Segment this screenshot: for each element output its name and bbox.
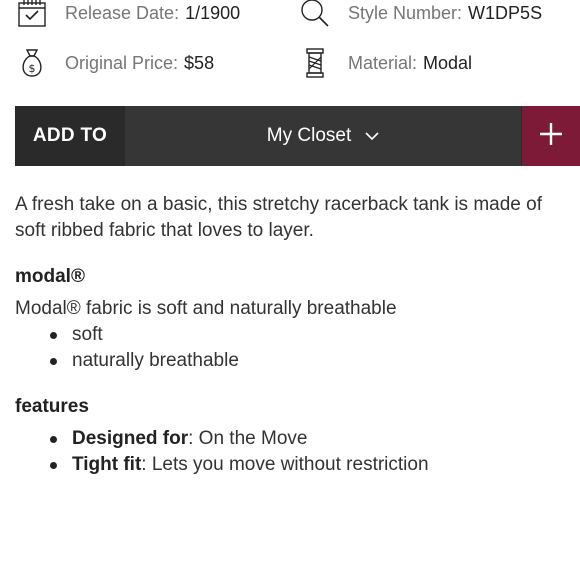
svg-text:$: $ xyxy=(29,62,36,75)
add-to-label: ADD TO xyxy=(15,106,125,166)
calendar-icon xyxy=(15,0,49,30)
release-date: Release Date: 1/1900 xyxy=(15,0,240,33)
original-price-label: Original Price: xyxy=(65,52,179,73)
modal-section-text: Modal® fabric is soft and naturally brea… xyxy=(15,298,397,319)
product-description: A fresh take on a basic, this stretchy r… xyxy=(15,194,542,241)
style-number-label: Style Number: xyxy=(348,2,463,23)
modal-bullet-list: soft naturally breathable xyxy=(15,322,555,374)
add-to-closet-button[interactable] xyxy=(521,106,580,166)
closet-dropdown-value: My Closet xyxy=(266,125,352,146)
list-item: Tight fit: Lets you move without restric… xyxy=(15,452,555,478)
list-item: soft xyxy=(15,322,555,348)
thread-spool-icon xyxy=(298,46,332,80)
style-number-value: W1DP5S xyxy=(468,2,543,23)
feature-label: Designed for xyxy=(72,428,189,449)
list-item: Designed for: On the Move xyxy=(15,426,555,452)
plus-icon xyxy=(538,121,564,152)
add-to-closet-bar: ADD TO My Closet xyxy=(15,106,580,166)
original-price: $ Original Price: $58 xyxy=(15,43,214,83)
material: Material: Modal xyxy=(298,43,472,83)
release-date-value: 1/1900 xyxy=(185,2,241,23)
material-label: Material: xyxy=(348,52,418,73)
features-bullet-list: Designed for: On the Move Tight fit: Let… xyxy=(15,426,555,478)
material-value: Modal xyxy=(423,52,473,73)
style-number: Style Number: W1DP5S xyxy=(298,0,542,33)
modal-section-title: modal® xyxy=(15,266,85,287)
chevron-down-icon xyxy=(365,131,379,141)
feature-value: : On the Move xyxy=(188,428,308,449)
details-row-1: Release Date: 1/1900 Style Number: W1DP5… xyxy=(0,0,580,33)
features-section-title: features xyxy=(15,396,89,417)
closet-dropdown[interactable]: My Closet xyxy=(125,106,521,166)
money-bag-icon: $ xyxy=(15,46,49,80)
details-row-2: $ Original Price: $58 Material: Modal xyxy=(0,43,580,83)
feature-value: : Lets you move without restriction xyxy=(141,454,429,475)
release-date-label: Release Date: xyxy=(65,2,180,23)
list-item: naturally breathable xyxy=(15,348,555,374)
original-price-value: $58 xyxy=(184,52,215,73)
search-icon xyxy=(298,0,332,30)
feature-label: Tight fit xyxy=(72,454,142,475)
